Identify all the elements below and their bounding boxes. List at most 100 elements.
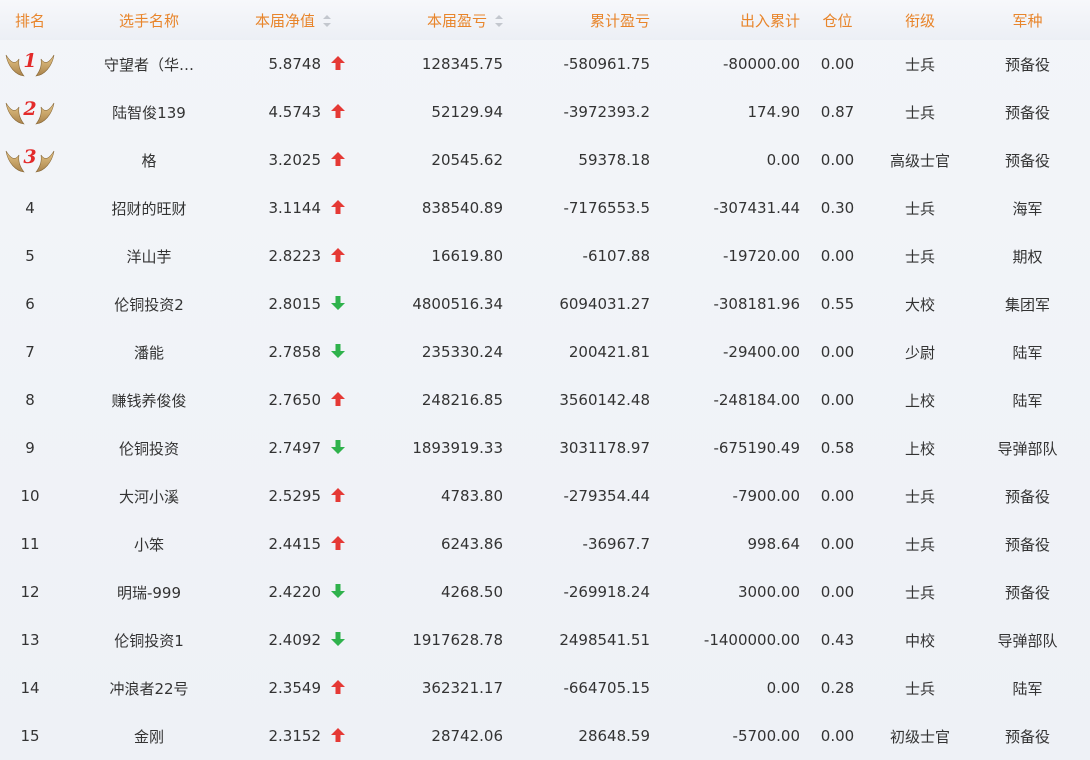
player-name[interactable]: 伦铜投资: [60, 424, 238, 472]
nav-value: 2.4092: [268, 631, 322, 649]
table-row[interactable]: 6 伦铜投资2 2.8015 4800516.34 6094031.27 -308181.…: [0, 280, 1090, 328]
table-row[interactable]: 7 潘能 2.7858 235330.24 200421.81 -29400.00 0.00…: [0, 328, 1090, 376]
player-name[interactable]: 守望者（华…: [60, 40, 238, 88]
player-name[interactable]: 伦铜投资2: [60, 280, 238, 328]
up-arrow-icon: [331, 152, 345, 166]
nav-cell: 2.7858: [238, 328, 363, 376]
table-row[interactable]: 15 金刚 2.3152 28742.06 28648.59 -5700.00 0.00 初级…: [0, 712, 1090, 760]
cum-profit-cell: 2498541.51: [559, 631, 650, 649]
title-cell: 士兵: [904, 583, 935, 602]
cum-profit-cell: 3031178.97: [559, 439, 650, 457]
position-cell: 0.00: [820, 343, 855, 361]
branch-cell: 预备役: [1004, 583, 1050, 602]
cum-profit-cell: -6107.88: [582, 247, 650, 265]
title-cell: 士兵: [904, 535, 935, 554]
player-name[interactable]: 招财的旺财: [60, 184, 238, 232]
table-row[interactable]: 1 守望者（华… 5.8748 128345.75 -580961.75 -80000.0…: [0, 40, 1090, 88]
title-cell: 上校: [904, 439, 935, 458]
player-name[interactable]: 格: [60, 136, 238, 184]
cum-profit-cell: 6094031.27: [559, 295, 650, 313]
player-name[interactable]: 明瑞-999: [60, 568, 238, 616]
nav-cell: 2.4092: [238, 616, 363, 664]
title-cell: 大校: [904, 295, 935, 314]
flow-cell: 0.00: [766, 151, 800, 169]
branch-cell: 期权: [1012, 247, 1043, 266]
player-name[interactable]: 潘能: [60, 328, 238, 376]
player-name[interactable]: 冲浪者22号: [60, 664, 238, 712]
player-name[interactable]: 伦铜投资1: [60, 616, 238, 664]
profit-cell: 4268.50: [440, 583, 503, 601]
table-row[interactable]: 2 陆智俊139 4.5743 52129.94 -3972393.2 174.90 0.8…: [0, 88, 1090, 136]
position-cell: 0.00: [820, 151, 855, 169]
branch-cell: 预备役: [1004, 487, 1050, 506]
player-name[interactable]: 小笨: [60, 520, 238, 568]
title-cell: 士兵: [904, 55, 935, 74]
col-header-player: 选手名称: [118, 11, 179, 30]
flow-cell: 998.64: [747, 535, 801, 553]
down-arrow-icon: [331, 296, 345, 310]
position-cell: 0.55: [820, 295, 855, 313]
sort-icon[interactable]: [323, 15, 331, 27]
rank-number: 3: [23, 146, 37, 168]
branch-cell: 导弹部队: [997, 631, 1058, 650]
rank-cell: 7: [25, 343, 35, 361]
rank-cell: 10: [20, 487, 40, 505]
rank-cell: 13: [20, 631, 40, 649]
up-arrow-icon: [331, 536, 345, 550]
table-row[interactable]: 10 大河小溪 2.5295 4783.80 -279354.44 -7900.00 0.0…: [0, 472, 1090, 520]
table-row[interactable]: 9 伦铜投资 2.7497 1893919.33 3031178.97 -675190.4…: [0, 424, 1090, 472]
table-row[interactable]: 3 格 3.2025 20545.62 59378.18 0.00 0.00 高级士官 预备役: [0, 136, 1090, 184]
nav-value: 2.7858: [268, 343, 322, 361]
flow-cell: -307431.44: [713, 199, 800, 217]
title-cell: 高级士官: [889, 151, 950, 170]
player-name[interactable]: 陆智俊139: [60, 88, 238, 136]
rank-number: 1: [23, 50, 37, 72]
player-name[interactable]: 赚钱养俊俊: [60, 376, 238, 424]
table-row[interactable]: 4 招财的旺财 3.1144 838540.89 -7176553.5 -307431.4…: [0, 184, 1090, 232]
table-row[interactable]: 8 赚钱养俊俊 2.7650 248216.85 3560142.48 -248184.0…: [0, 376, 1090, 424]
nav-cell: 3.2025: [238, 136, 363, 184]
flow-cell: -19720.00: [723, 247, 800, 265]
cum-profit-cell: 200421.81: [568, 343, 650, 361]
nav-value: 2.8223: [268, 247, 322, 265]
col-header-nav-label: 本届净值: [254, 11, 315, 30]
winged-medal-icon: 3: [4, 145, 56, 175]
position-cell: 0.58: [820, 439, 855, 457]
col-header-profit[interactable]: 本届盈亏: [363, 0, 503, 40]
position-cell: 0.00: [820, 55, 855, 73]
col-header-nav[interactable]: 本届净值: [238, 0, 363, 40]
branch-cell: 预备役: [1004, 103, 1050, 122]
title-cell: 士兵: [904, 103, 935, 122]
table-row[interactable]: 14 冲浪者22号 2.3549 362321.17 -664705.15 0.00 0.2…: [0, 664, 1090, 712]
position-cell: 0.00: [820, 535, 855, 553]
flow-cell: -80000.00: [723, 55, 800, 73]
nav-cell: 2.8015: [238, 280, 363, 328]
nav-cell: 2.7650: [238, 376, 363, 424]
col-header-profit-label: 本届盈亏: [426, 11, 487, 30]
sort-icon[interactable]: [495, 15, 503, 27]
profit-cell: 4800516.34: [412, 295, 503, 313]
player-name[interactable]: 大河小溪: [60, 472, 238, 520]
cum-profit-cell: -36967.7: [582, 535, 650, 553]
nav-cell: 2.8223: [238, 232, 363, 280]
table-row[interactable]: 13 伦铜投资1 2.4092 1917628.78 2498541.51 -140000…: [0, 616, 1090, 664]
profit-cell: 52129.94: [431, 103, 503, 121]
player-name[interactable]: 金刚: [60, 712, 238, 760]
up-arrow-icon: [331, 56, 345, 70]
up-arrow-icon: [331, 200, 345, 214]
player-name[interactable]: 洋山芋: [60, 232, 238, 280]
title-cell: 上校: [904, 391, 935, 410]
branch-cell: 陆军: [1012, 391, 1043, 410]
rank-cell: 1: [0, 40, 60, 88]
profit-cell: 1917628.78: [412, 631, 503, 649]
title-cell: 士兵: [904, 679, 935, 698]
table-row[interactable]: 5 洋山芋 2.8223 16619.80 -6107.88 -19720.00 0.00 士…: [0, 232, 1090, 280]
down-arrow-icon: [331, 584, 345, 598]
table-row[interactable]: 12 明瑞-999 2.4220 4268.50 -269918.24 3000.00 0.…: [0, 568, 1090, 616]
up-arrow-icon: [331, 248, 345, 262]
table-row[interactable]: 11 小笨 2.4415 6243.86 -36967.7 998.64 0.00 士兵 预备役: [0, 520, 1090, 568]
profit-cell: 128345.75: [421, 55, 503, 73]
title-cell: 士兵: [904, 247, 935, 266]
down-arrow-icon: [331, 344, 345, 358]
profit-cell: 28742.06: [431, 727, 503, 745]
